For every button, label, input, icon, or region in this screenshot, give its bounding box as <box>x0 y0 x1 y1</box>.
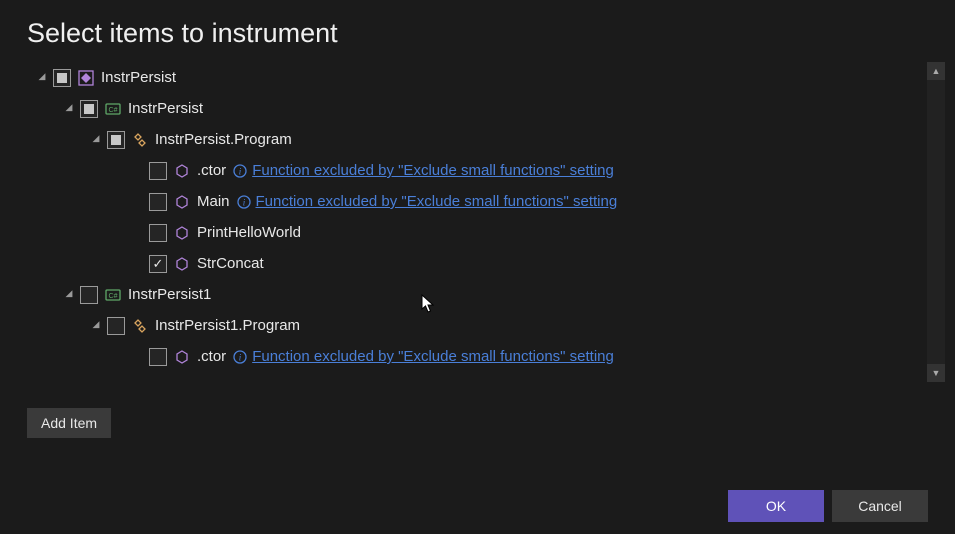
info-icon[interactable]: i <box>232 163 248 179</box>
method-icon <box>173 255 191 273</box>
tree-label: InstrPersist1 <box>128 286 211 303</box>
tree-label: PrintHelloWorld <box>197 224 301 241</box>
checkbox[interactable] <box>80 286 98 304</box>
cancel-button[interactable]: Cancel <box>832 490 928 522</box>
class-icon <box>131 317 149 335</box>
tree-label: StrConcat <box>197 255 264 272</box>
checkbox[interactable] <box>53 69 71 87</box>
excluded-link[interactable]: Function excluded by "Exclude small func… <box>252 348 614 365</box>
tree-label: .ctor <box>197 348 226 365</box>
expander-icon[interactable]: ◢ <box>62 288 76 302</box>
tree-row-method[interactable]: PrintHelloWorld <box>27 217 915 248</box>
tree-label: Main <box>197 193 230 210</box>
method-icon <box>173 162 191 180</box>
page-title: Select items to instrument <box>0 0 955 49</box>
expander-icon[interactable]: ◢ <box>89 133 103 147</box>
method-icon <box>173 224 191 242</box>
tree-row-class[interactable]: ◢ InstrPersist.Program <box>27 124 915 155</box>
tree-label: InstrPersist.Program <box>155 131 292 148</box>
tree-view: ◢ InstrPersist ◢ C# InstrPersist ◢ Instr… <box>27 62 915 389</box>
checkbox[interactable] <box>80 100 98 118</box>
tree-row-class[interactable]: ◢ InstrPersist1.Program <box>27 310 915 341</box>
info-icon[interactable]: i <box>236 194 252 210</box>
svg-text:i: i <box>242 197 245 207</box>
expander-icon[interactable]: ◢ <box>89 319 103 333</box>
tree-row-method[interactable]: .ctor i Function excluded by "Exclude sm… <box>27 155 915 186</box>
tree-row-project[interactable]: ◢ C# InstrPersist <box>27 93 915 124</box>
expander-icon[interactable]: ◢ <box>35 71 49 85</box>
tree-row-method[interactable]: .ctor i Function excluded by "Exclude sm… <box>27 341 915 372</box>
checkbox[interactable] <box>107 131 125 149</box>
checkbox[interactable] <box>149 193 167 211</box>
class-icon <box>131 131 149 149</box>
excluded-link[interactable]: Function excluded by "Exclude small func… <box>256 193 618 210</box>
solution-icon <box>77 69 95 87</box>
tree-row-method[interactable]: Main i Function excluded by "Exclude sma… <box>27 186 915 217</box>
ok-button[interactable]: OK <box>728 490 824 522</box>
csharp-project-icon: C# <box>104 100 122 118</box>
tree-label: InstrPersist <box>101 69 176 86</box>
checkbox[interactable] <box>149 162 167 180</box>
scroll-down-button[interactable]: ▼ <box>927 364 945 382</box>
tree-row-method[interactable]: StrConcat <box>27 248 915 279</box>
method-icon <box>173 348 191 366</box>
checkbox[interactable] <box>149 348 167 366</box>
checkbox[interactable] <box>149 224 167 242</box>
expander-icon[interactable]: ◢ <box>62 102 76 116</box>
dialog-button-bar: OK Cancel <box>728 490 928 522</box>
checkbox[interactable] <box>149 255 167 273</box>
svg-text:C#: C# <box>109 293 118 300</box>
add-item-button[interactable]: Add Item <box>27 408 111 438</box>
scroll-up-button[interactable]: ▲ <box>927 62 945 80</box>
info-icon[interactable]: i <box>232 349 248 365</box>
method-icon <box>173 193 191 211</box>
vertical-scrollbar[interactable]: ▲ ▼ <box>927 62 945 382</box>
tree-label: InstrPersist1.Program <box>155 317 300 334</box>
tree-label: InstrPersist <box>128 100 203 117</box>
tree-label: .ctor <box>197 162 226 179</box>
csharp-project-icon: C# <box>104 286 122 304</box>
excluded-link[interactable]: Function excluded by "Exclude small func… <box>252 162 614 179</box>
checkbox[interactable] <box>107 317 125 335</box>
svg-text:i: i <box>239 166 242 176</box>
svg-text:i: i <box>239 352 242 362</box>
svg-text:C#: C# <box>109 107 118 114</box>
tree-row-project[interactable]: ◢ C# InstrPersist1 <box>27 279 915 310</box>
tree-row-solution[interactable]: ◢ InstrPersist <box>27 62 915 93</box>
